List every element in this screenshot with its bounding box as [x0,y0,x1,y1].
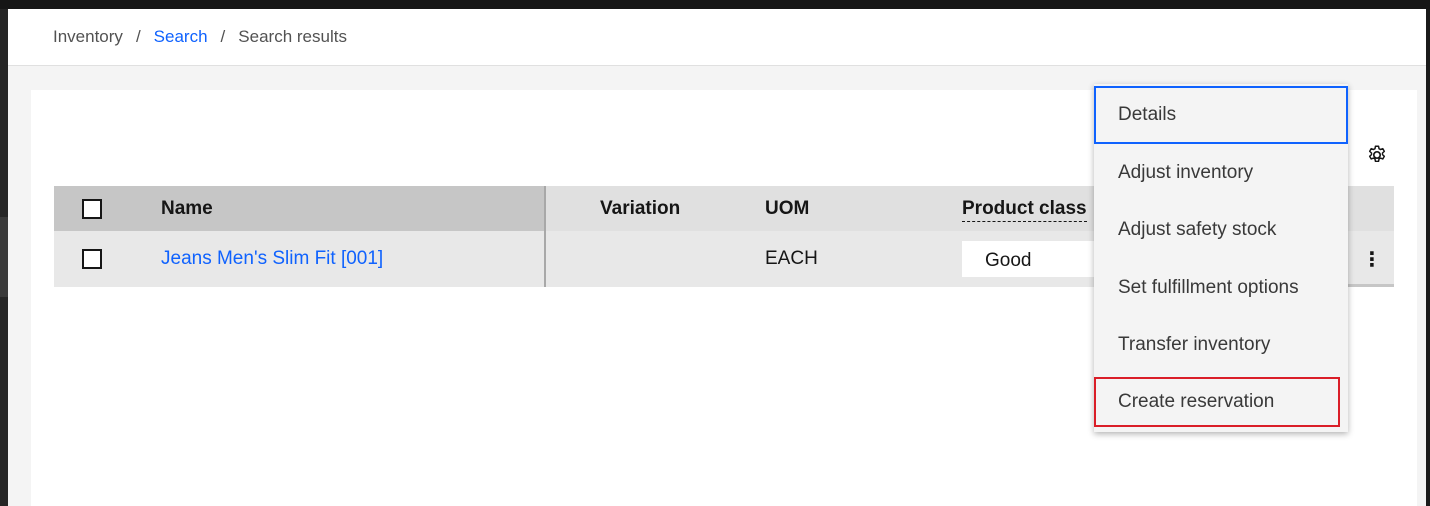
menu-item-transfer-inventory[interactable]: Transfer inventory [1094,316,1348,374]
right-edge [1426,9,1430,506]
select-all-checkbox[interactable] [82,199,102,219]
breadcrumb-separator: / [220,27,226,46]
overflow-menu-vertical-icon[interactable]: ⋮ [1354,241,1390,277]
breadcrumb-search-link[interactable]: Search [154,27,208,47]
breadcrumb-bar: Inventory / Search / Search results [8,9,1426,66]
breadcrumb: Inventory / Search / Search results [53,27,347,47]
left-edge [0,9,8,506]
row-actions-menu: Details Adjust inventory Adjust safety s… [1094,84,1348,432]
menu-item-adjust-safety-stock[interactable]: Adjust safety stock [1094,201,1348,259]
menu-item-details[interactable]: Details [1094,86,1348,144]
row-shadow [1341,284,1394,287]
gear-icon[interactable] [1366,144,1388,166]
row-checkbox[interactable] [82,249,102,269]
breadcrumb-current: Search results [238,27,347,46]
top-bar [0,0,1430,9]
menu-item-set-fulfillment-options[interactable]: Set fulfillment options [1094,259,1348,317]
header-uom[interactable]: UOM [765,198,809,220]
product-class-select[interactable]: Good [962,241,1112,277]
header-name[interactable]: Name [161,198,213,220]
item-name-link[interactable]: Jeans Men's Slim Fit [001] [161,248,383,270]
header-variation[interactable]: Variation [600,198,680,220]
column-divider [544,186,546,287]
product-class-value: Good [985,250,1032,271]
menu-item-adjust-inventory[interactable]: Adjust inventory [1094,144,1348,202]
item-uom: EACH [765,248,818,269]
breadcrumb-separator: / [135,27,141,46]
header-product-class[interactable]: Product class [962,198,1087,222]
menu-item-create-reservation[interactable]: Create reservation [1094,377,1340,427]
breadcrumb-inventory[interactable]: Inventory [53,27,123,47]
